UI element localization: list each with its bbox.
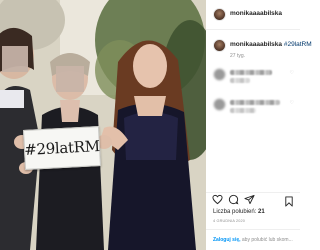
comment-icon[interactable] — [228, 194, 239, 206]
post-side-panel: monikaaaabilska monikaaaabilska #29latRM… — [206, 0, 312, 250]
caption-username[interactable]: monikaaaabilska — [230, 41, 282, 48]
caption: monikaaaabilska #29latRM 27 tyg. — [206, 36, 312, 66]
blurred-comment-line — [230, 108, 256, 113]
likes-number: 21 — [258, 209, 265, 215]
list-item: ♡ — [206, 96, 300, 120]
heart-icon[interactable] — [212, 194, 223, 206]
likes-count[interactable]: Liczba polubień: 21 — [213, 209, 265, 215]
heart-icon[interactable]: ♡ — [290, 100, 294, 106]
likes-label: Liczba polubień: — [213, 209, 257, 215]
caption-text: monikaaaabilska #29latRM — [230, 41, 312, 48]
caption-hashtag[interactable]: #29latRM — [284, 41, 312, 48]
hashtag-sign: #29latRM — [23, 126, 101, 170]
blurred-comment-line — [230, 100, 280, 105]
action-bar — [212, 194, 255, 206]
login-rest: aby polubić lub skom... — [240, 237, 293, 243]
avatar[interactable] — [213, 8, 226, 21]
header-username[interactable]: monikaaaabilska — [230, 10, 282, 17]
post-date[interactable]: 4 GRUDNIA 2020 — [213, 219, 245, 223]
login-text: Zaloguj się, aby polubić lub skom... — [213, 237, 293, 243]
blurred-comment-line — [230, 78, 250, 83]
avatar — [213, 68, 226, 81]
blurred-comment-line — [230, 70, 272, 75]
post-photo: #29latRM — [0, 0, 206, 250]
divider — [206, 192, 300, 193]
post-header: monikaaaabilska — [206, 0, 300, 30]
sign-text: #29latRM — [23, 137, 101, 159]
login-link[interactable]: Zaloguj się, — [213, 237, 241, 243]
photo-scene — [0, 0, 206, 250]
avatar[interactable] — [213, 39, 226, 52]
share-icon[interactable] — [244, 194, 255, 206]
list-item: ♡ — [206, 66, 300, 90]
login-prompt: Zaloguj się, aby polubić lub skom... — [206, 229, 300, 250]
bookmark-icon[interactable] — [284, 194, 294, 212]
heart-icon[interactable]: ♡ — [290, 70, 294, 76]
caption-age[interactable]: 27 tyg. — [230, 53, 245, 59]
avatar — [213, 98, 226, 111]
